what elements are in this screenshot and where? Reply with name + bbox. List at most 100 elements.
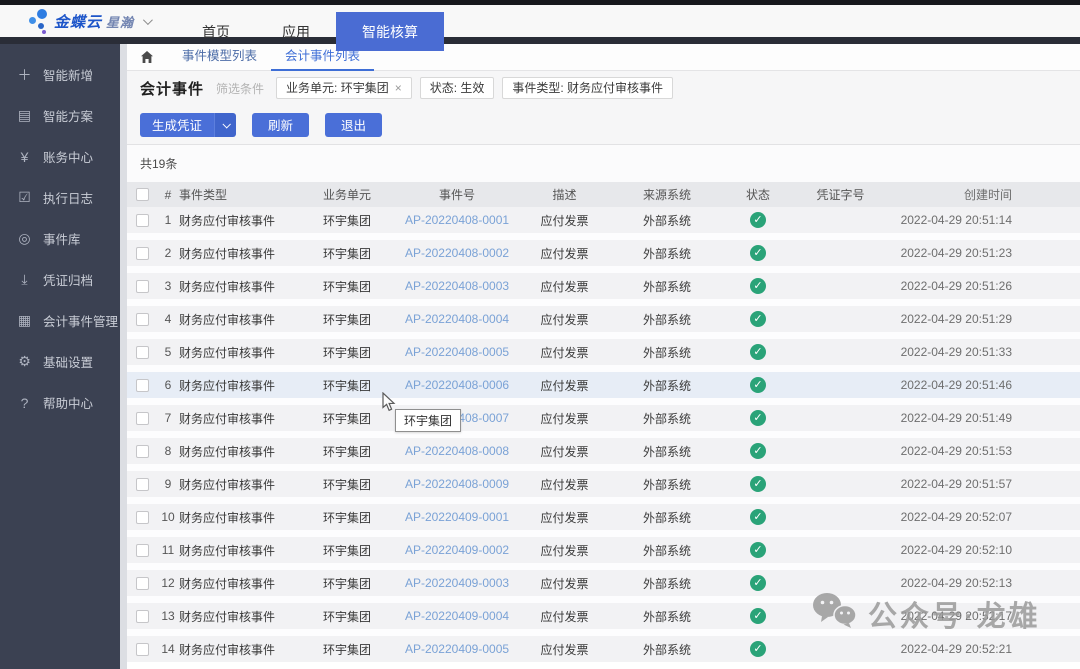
success-check-icon: ✓ xyxy=(750,410,766,426)
table-row[interactable]: 3财务应付审核事件环宇集团AP-20220408-0003应付发票外部系统✓20… xyxy=(127,273,1080,299)
row-checkbox-cell xyxy=(127,511,157,524)
table-row[interactable]: 2财务应付审核事件环宇集团AP-20220408-0002应付发票外部系统✓20… xyxy=(127,240,1080,266)
row-checkbox[interactable] xyxy=(136,280,149,293)
sidebar-item-账务中心[interactable]: ¥账务中心 xyxy=(0,136,120,177)
row-checkbox-cell xyxy=(127,610,157,623)
sidebar-item-智能方案[interactable]: ▤智能方案 xyxy=(0,95,120,136)
event-type: 财务应付审核事件 xyxy=(179,509,292,526)
sidebar-item-会计事件管理[interactable]: ▦会计事件管理 xyxy=(0,300,120,341)
success-check-icon: ✓ xyxy=(750,542,766,558)
filter-chip[interactable]: 事件类型: 财务应付审核事件 xyxy=(502,77,673,99)
row-checkbox[interactable] xyxy=(136,643,149,656)
row-checkbox[interactable] xyxy=(136,214,149,227)
event-no-link[interactable]: AP-20220408-0006 xyxy=(405,378,509,392)
table-row[interactable]: 8财务应付审核事件环宇集团AP-20220408-0008应付发票外部系统✓20… xyxy=(127,438,1080,464)
event-no-link[interactable]: AP-20220408-0002 xyxy=(405,246,509,260)
event-type: 财务应付审核事件 xyxy=(179,608,292,625)
event-type: 财务应付审核事件 xyxy=(179,443,292,460)
event-no-cell: AP-20220408-0008 xyxy=(402,444,512,458)
row-checkbox[interactable] xyxy=(136,544,149,557)
nav-item-应用[interactable]: 应用 xyxy=(256,12,336,51)
description: 应付发票 xyxy=(512,509,617,526)
close-icon[interactable]: × xyxy=(395,81,402,95)
table-row[interactable]: 10财务应付审核事件环宇集团AP-20220409-0001应付发票外部系统✓2… xyxy=(127,504,1080,530)
row-checkbox[interactable] xyxy=(136,379,149,392)
column-header: 业务单元 xyxy=(292,186,402,203)
event-no-link[interactable]: AP-20220408-0008 xyxy=(405,444,509,458)
table-row[interactable]: 6财务应付审核事件环宇集团AP-20220408-0006应付发票外部系统✓20… xyxy=(127,372,1080,398)
success-check-icon: ✓ xyxy=(750,575,766,591)
row-number: 8 xyxy=(157,444,179,458)
table-row[interactable]: 9财务应付审核事件环宇集团AP-20220408-0009应付发票外部系统✓20… xyxy=(127,471,1080,497)
event-no-link[interactable]: AP-20220408-0003 xyxy=(405,279,509,293)
source-system: 外部系统 xyxy=(617,476,717,493)
refresh-button[interactable]: 刷新 xyxy=(252,113,309,137)
sidebar-item-label: 基础设置 xyxy=(43,352,93,371)
table-row[interactable]: 4财务应付审核事件环宇集团AP-20220408-0004应付发票外部系统✓20… xyxy=(127,306,1080,332)
status-cell: ✓ xyxy=(717,278,799,294)
nav-item-智能核算[interactable]: 智能核算 xyxy=(336,12,444,51)
table-row[interactable]: 11财务应付审核事件环宇集团AP-20220409-0002应付发票外部系统✓2… xyxy=(127,537,1080,563)
row-checkbox[interactable] xyxy=(136,313,149,326)
description: 应付发票 xyxy=(512,608,617,625)
row-checkbox[interactable] xyxy=(136,445,149,458)
event-no-link[interactable]: AP-20220409-0005 xyxy=(405,642,509,656)
source-system: 外部系统 xyxy=(617,344,717,361)
nav-item-首页[interactable]: 首页 xyxy=(176,12,256,51)
row-checkbox[interactable] xyxy=(136,610,149,623)
brand-switcher[interactable]: 金蝶云 星瀚 xyxy=(28,8,150,34)
yen-book-icon: ¥ xyxy=(16,149,33,165)
exit-button[interactable]: 退出 xyxy=(325,113,382,137)
row-checkbox[interactable] xyxy=(136,478,149,491)
brand-suffix: 星瀚 xyxy=(106,12,134,31)
event-no-cell: AP-20220408-0003 xyxy=(402,279,512,293)
select-all-checkbox[interactable] xyxy=(136,188,149,201)
event-no-link[interactable]: AP-20220409-0003 xyxy=(405,576,509,590)
table-row[interactable]: 14财务应付审核事件环宇集团AP-20220409-0005应付发票外部系统✓2… xyxy=(127,636,1080,662)
event-no-link[interactable]: AP-20220409-0002 xyxy=(405,543,509,557)
business-unit: 环宇集团 xyxy=(292,641,402,658)
record-count: 共19条 xyxy=(140,155,177,172)
sidebar-item-label: 事件库 xyxy=(43,229,81,248)
row-checkbox[interactable] xyxy=(136,412,149,425)
table-row[interactable]: 12财务应付审核事件环宇集团AP-20220409-0003应付发票外部系统✓2… xyxy=(127,570,1080,596)
table-row[interactable]: 5财务应付审核事件环宇集团AP-20220408-0005应付发票外部系统✓20… xyxy=(127,339,1080,365)
event-no-link[interactable]: AP-20220408-0005 xyxy=(405,345,509,359)
row-checkbox[interactable] xyxy=(136,346,149,359)
event-no-link[interactable]: AP-20220408-0009 xyxy=(405,477,509,491)
row-checkbox[interactable] xyxy=(136,511,149,524)
event-no-link[interactable]: AP-20220408-0001 xyxy=(405,213,509,227)
sidebar-item-基础设置[interactable]: ⚙基础设置 xyxy=(0,341,120,382)
generate-voucher-dropdown[interactable] xyxy=(214,113,236,137)
sidebar-item-执行日志[interactable]: ☑执行日志 xyxy=(0,177,120,218)
source-system: 外部系统 xyxy=(617,641,717,658)
table-row[interactable]: 7财务应付审核事件环宇集团AP-20220408-0007应付发票外部系统✓20… xyxy=(127,405,1080,431)
filter-chip[interactable]: 状态: 生效 xyxy=(420,77,495,99)
description: 应付发票 xyxy=(512,542,617,559)
status-cell: ✓ xyxy=(717,410,799,426)
event-no-link[interactable]: AP-20220408-0004 xyxy=(405,312,509,326)
page-header: 会计事件 筛选条件 业务单元: 环宇集团×状态: 生效事件类型: 财务应付审核事… xyxy=(127,71,1080,105)
event-no-link[interactable]: AP-20220409-0004 xyxy=(405,609,509,623)
row-checkbox-cell xyxy=(127,544,157,557)
toolbar: 生成凭证 刷新 退出 xyxy=(127,105,1080,145)
table-row[interactable]: 1财务应付审核事件环宇集团AP-20220408-0001应付发票外部系统✓20… xyxy=(127,207,1080,233)
scrollbar-track[interactable] xyxy=(120,44,127,669)
home-icon[interactable] xyxy=(140,50,154,64)
filter-chip[interactable]: 业务单元: 环宇集团× xyxy=(276,77,412,99)
success-check-icon: ✓ xyxy=(750,509,766,525)
sidebar-item-事件库[interactable]: ◎事件库 xyxy=(0,218,120,259)
event-no-link[interactable]: AP-20220409-0001 xyxy=(405,510,509,524)
row-checkbox[interactable] xyxy=(136,247,149,260)
event-type: 财务应付审核事件 xyxy=(179,575,292,592)
kingdee-logo-icon xyxy=(28,8,50,34)
row-number: 13 xyxy=(157,609,179,623)
status-cell: ✓ xyxy=(717,608,799,624)
filter-chips: 业务单元: 环宇集团× 状态: 生效事件类型: 财务应付审核事件 xyxy=(276,77,673,99)
row-checkbox[interactable] xyxy=(136,577,149,590)
sidebar-item-智能新增[interactable]: ＋智能新增 xyxy=(0,54,120,95)
sidebar-item-凭证归档[interactable]: ⤓凭证归档 xyxy=(0,259,120,300)
sidebar-item-帮助中心[interactable]: ?帮助中心 xyxy=(0,382,120,423)
generate-voucher-button[interactable]: 生成凭证 xyxy=(140,113,214,137)
table-row[interactable]: 13财务应付审核事件环宇集团AP-20220409-0004应付发票外部系统✓2… xyxy=(127,603,1080,629)
